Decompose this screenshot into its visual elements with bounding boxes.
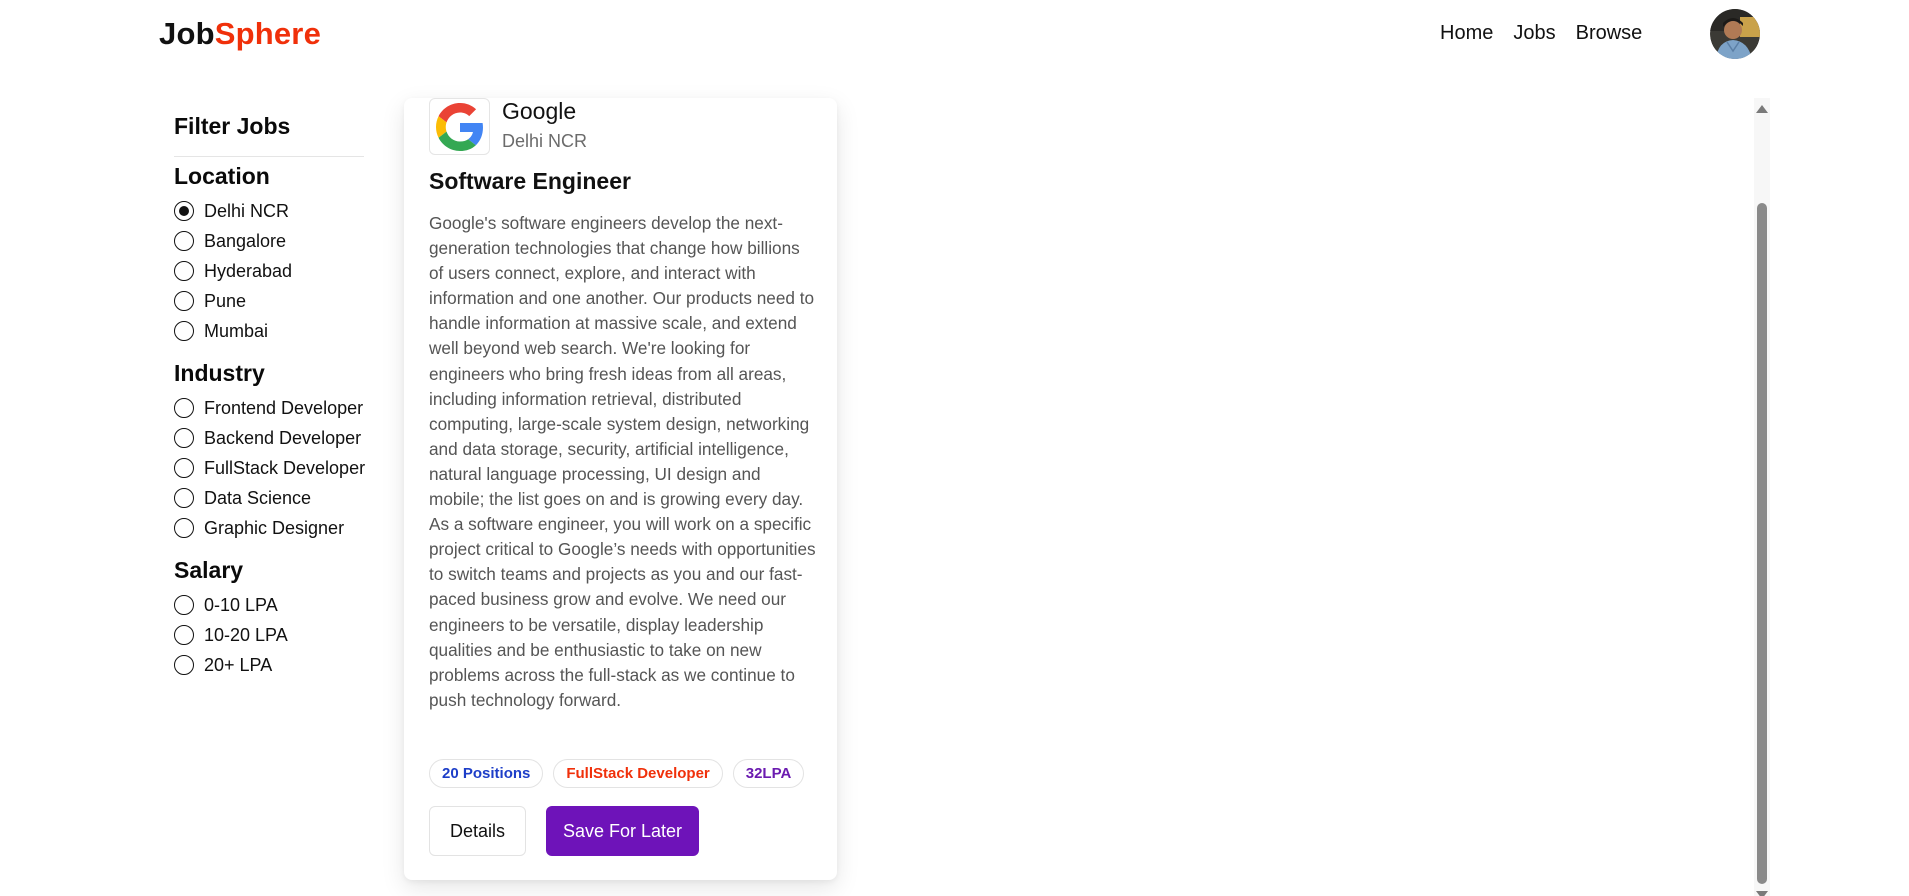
radio-option-20-plus-lpa[interactable]: 20+ LPA <box>174 650 364 680</box>
radio-button[interactable] <box>174 321 194 341</box>
company-location: Delhi NCR <box>502 131 588 151</box>
nav-link-home[interactable]: Home <box>1440 22 1493 45</box>
radio-button[interactable] <box>174 458 194 478</box>
radio-option-fullstack-developer[interactable]: FullStack Developer <box>174 453 366 483</box>
nav-links: Home Jobs Browse <box>1440 22 1662 45</box>
filter-title: Filter Jobs <box>174 113 291 139</box>
radio-button-checked[interactable] <box>174 201 194 221</box>
filter-sidebar: Filter Jobs Location Delhi NCR Bangalore… <box>174 113 366 694</box>
site-logo[interactable]: JobSphere <box>159 16 321 52</box>
positions-badge: 20 Positions <box>429 759 544 788</box>
logo-part-job: Job <box>159 16 215 51</box>
radio-button[interactable] <box>174 518 194 538</box>
radio-button[interactable] <box>174 595 194 615</box>
radio-button[interactable] <box>174 231 194 251</box>
filter-group-title: Salary <box>174 557 244 583</box>
radio-label: Data Science <box>204 487 312 508</box>
radio-label: Hyderabad <box>204 260 293 281</box>
navbar: JobSphere Home Jobs Browse <box>0 0 1909 72</box>
job-title: Software Engineer <box>429 168 631 194</box>
filter-group-salary: Salary 0-10 LPA 10-20 LPA 20+ LPA <box>174 557 364 680</box>
radio-label: 0-10 LPA <box>204 594 278 615</box>
logo-part-sphere: Sphere <box>214 16 322 51</box>
scrollbar[interactable] <box>1754 98 1770 896</box>
radio-label: 10-20 LPA <box>204 624 288 645</box>
job-type-badge: FullStack Developer <box>553 759 723 788</box>
job-card: Google Delhi NCR Software Engineer Googl… <box>404 98 837 880</box>
save-for-later-button[interactable]: Save For Later <box>546 806 699 856</box>
radio-button[interactable] <box>174 291 194 311</box>
radio-label: 20+ LPA <box>204 654 273 675</box>
radio-label: Graphic Designer <box>204 517 345 538</box>
filter-group-title: Industry <box>174 360 265 386</box>
radio-option-data-science[interactable]: Data Science <box>174 483 364 513</box>
radio-label: FullStack Developer <box>204 457 366 478</box>
radio-option-backend-developer[interactable]: Backend Developer <box>174 423 364 453</box>
details-button[interactable]: Details <box>429 806 526 856</box>
radio-button[interactable] <box>174 398 194 418</box>
radio-button[interactable] <box>174 261 194 281</box>
scroll-up-arrow-icon[interactable] <box>1756 105 1768 113</box>
user-avatar[interactable] <box>1710 9 1760 59</box>
avatar-image <box>1710 9 1760 59</box>
job-description: Google's software engineers develop the … <box>429 213 816 710</box>
radio-option-hyderabad[interactable]: Hyderabad <box>174 256 364 286</box>
job-badges: 20 Positions FullStack Developer 32LPA <box>429 759 805 788</box>
radio-option-0-10-lpa[interactable]: 0-10 LPA <box>174 590 364 620</box>
radio-option-bangalore[interactable]: Bangalore <box>174 226 364 256</box>
google-logo-icon <box>429 98 490 155</box>
nav-link-jobs[interactable]: Jobs <box>1513 22 1555 45</box>
radio-button[interactable] <box>174 488 194 508</box>
radio-button[interactable] <box>174 655 194 675</box>
radio-label: Mumbai <box>204 320 269 341</box>
radio-button[interactable] <box>174 428 194 448</box>
salary-badge: 32LPA <box>732 759 805 788</box>
radio-option-frontend-developer[interactable]: Frontend Developer <box>174 393 364 423</box>
radio-button[interactable] <box>174 625 194 645</box>
radio-option-mumbai[interactable]: Mumbai <box>174 316 364 346</box>
radio-option-pune[interactable]: Pune <box>174 286 364 316</box>
filter-group-industry: Industry Frontend Developer Backend Deve… <box>174 360 366 543</box>
filter-group-location: Location Delhi NCR Bangalore Hyderabad P… <box>174 163 364 346</box>
radio-label: Pune <box>204 290 247 311</box>
scroll-thumb[interactable] <box>1757 203 1767 884</box>
filter-group-title: Location <box>174 163 270 189</box>
radio-label: Backend Developer <box>204 427 362 448</box>
radio-label: Frontend Developer <box>204 397 364 418</box>
nav-link-browse[interactable]: Browse <box>1576 22 1643 45</box>
radio-label: Bangalore <box>204 230 287 251</box>
company-name: Google <box>502 98 577 124</box>
radio-option-10-20-lpa[interactable]: 10-20 LPA <box>174 620 364 650</box>
radio-option-delhi-ncr[interactable]: Delhi NCR <box>174 196 364 226</box>
filter-divider <box>174 156 364 157</box>
radio-option-graphic-designer[interactable]: Graphic Designer <box>174 513 364 543</box>
radio-label: Delhi NCR <box>204 200 290 221</box>
scroll-down-arrow-icon[interactable] <box>1756 891 1768 896</box>
google-logo-svg <box>435 102 483 151</box>
